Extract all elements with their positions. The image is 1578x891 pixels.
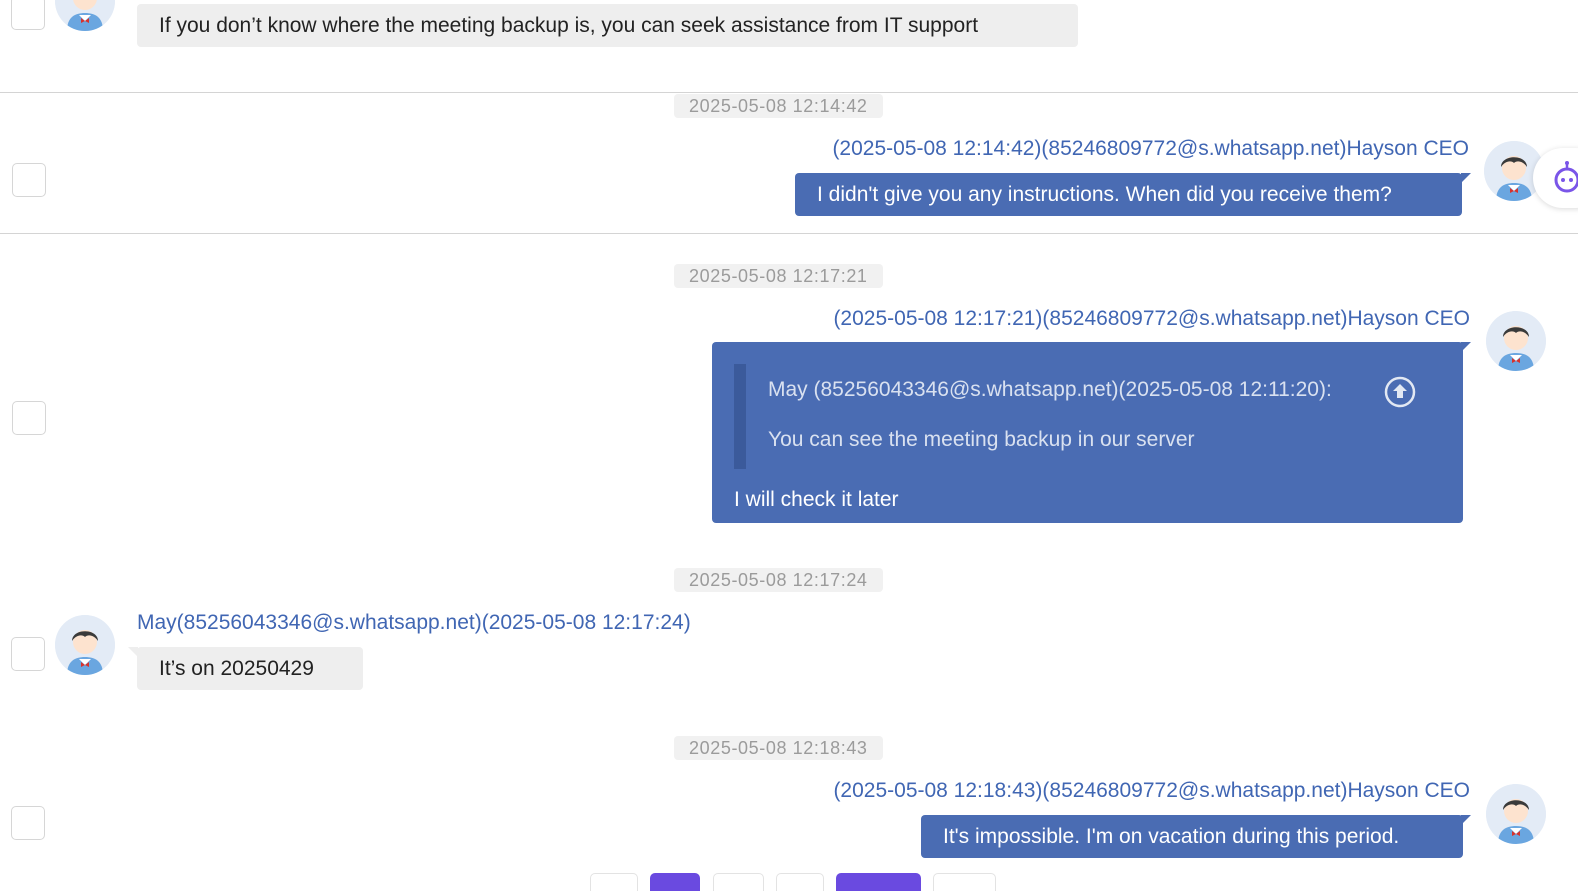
pager-page-active[interactable] xyxy=(650,873,700,891)
arrow-up-circle-icon xyxy=(1384,376,1416,408)
person-avatar-icon xyxy=(55,615,115,675)
jump-to-quoted-button[interactable] xyxy=(1384,376,1416,408)
message-bubble: It's impossible. I'm on vacation during … xyxy=(921,815,1463,858)
quoted-message-header: May (85256043346@s.whatsapp.net)(2025-05… xyxy=(768,378,1332,401)
message-bubble: I didn't give you any instructions. When… xyxy=(795,173,1462,216)
bubble-tail xyxy=(1461,173,1471,183)
avatar xyxy=(1486,311,1546,371)
person-avatar-icon xyxy=(55,0,115,31)
sender-label: (2025-05-08 12:18:43)(85246809772@s.what… xyxy=(833,779,1470,802)
quoted-message-text: You can see the meeting backup in our se… xyxy=(768,428,1195,451)
pager-page-button[interactable] xyxy=(713,873,764,891)
message-select-checkbox[interactable] xyxy=(11,806,45,840)
pager-next-button[interactable] xyxy=(933,873,996,891)
person-avatar-icon xyxy=(1486,311,1546,371)
message-bubble-with-quote: May (85256043346@s.whatsapp.net)(2025-05… xyxy=(712,342,1463,523)
message-bubble: It’s on 20250429 xyxy=(137,647,363,690)
reply-text: I will check it later xyxy=(734,488,899,511)
message-timestamp: 2025-05-08 12:17:21 xyxy=(674,264,883,288)
sender-label: (2025-05-08 12:17:21)(85246809772@s.what… xyxy=(833,307,1470,330)
message-select-checkbox[interactable] xyxy=(11,0,45,30)
message-select-checkbox[interactable] xyxy=(11,637,45,671)
robot-assistant-icon xyxy=(1554,161,1578,193)
message-divider xyxy=(0,92,1578,93)
message-bubble: If you don’t know where the meeting back… xyxy=(137,4,1078,47)
pager-page-button[interactable] xyxy=(776,873,824,891)
message-select-checkbox[interactable] xyxy=(12,401,46,435)
avatar xyxy=(55,0,115,31)
message-timestamp: 2025-05-08 12:18:43 xyxy=(674,736,883,760)
pager-prev-button[interactable] xyxy=(590,873,638,891)
message-select-checkbox[interactable] xyxy=(12,163,46,197)
sender-label: May(85256043346@s.whatsapp.net)(2025-05-… xyxy=(137,611,691,634)
assistant-button[interactable] xyxy=(1533,148,1578,208)
pager-action-button[interactable] xyxy=(836,873,921,891)
message-timestamp: 2025-05-08 12:14:42 xyxy=(674,94,883,118)
avatar xyxy=(55,615,115,675)
person-avatar-icon xyxy=(1486,784,1546,844)
message-divider xyxy=(0,233,1578,234)
quote-bar xyxy=(734,364,746,469)
message-timestamp: 2025-05-08 12:17:24 xyxy=(674,568,883,592)
avatar xyxy=(1486,784,1546,844)
sender-label: (2025-05-08 12:14:42)(85246809772@s.what… xyxy=(832,137,1469,160)
